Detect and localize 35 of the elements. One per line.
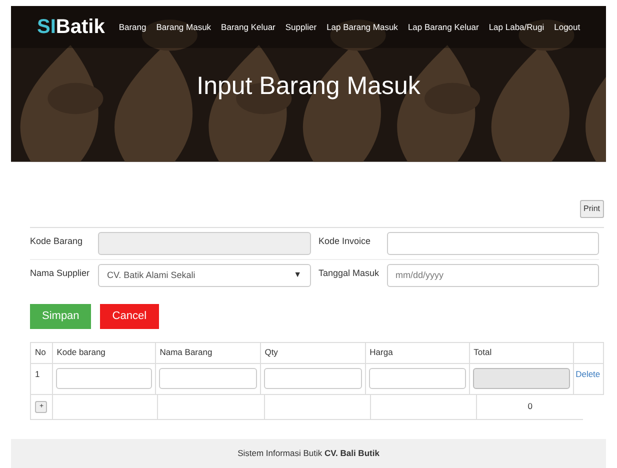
caret-icon: ▼ — [294, 269, 302, 282]
nav-link[interactable]: Supplier — [285, 20, 317, 34]
input-field[interactable]: mm/dd/yyyy — [386, 264, 599, 287]
nav-link[interactable]: Logout — [554, 20, 580, 34]
input-field[interactable] — [56, 368, 152, 390]
supplier-select[interactable]: CV. Batik Alami Sekali ▼ — [98, 264, 310, 287]
nav-link[interactable]: Barang — [118, 20, 146, 34]
page-title: Input Barang Masuk — [196, 71, 420, 102]
column-header: Nama Barang — [156, 342, 261, 363]
field-label: Kode Invoice — [318, 234, 372, 248]
nav-link[interactable]: Barang Masuk — [156, 20, 212, 34]
print-button[interactable]: Print — [580, 200, 604, 218]
column-header: Total — [470, 342, 574, 363]
nav-link[interactable]: Barang Keluar — [221, 20, 276, 34]
logo-prefix: SI — [37, 15, 56, 40]
input-field[interactable] — [264, 368, 362, 390]
input-field[interactable] — [368, 368, 466, 390]
column-header: Harga — [366, 342, 470, 363]
column-header: Qty — [260, 342, 366, 363]
column-header: Kode barang — [52, 342, 156, 363]
action-button[interactable]: Cancel — [100, 304, 159, 329]
nav-link[interactable]: Lap Barang Masuk — [326, 20, 398, 34]
logo-text: Batik — [56, 15, 105, 40]
nav-link[interactable]: Lap Barang Keluar — [408, 20, 479, 34]
delete-link[interactable]: Delete — [576, 368, 600, 379]
input-field[interactable] — [158, 368, 257, 390]
field-label: Tanggal Masuk — [318, 266, 378, 280]
row-number: 1 — [35, 368, 40, 379]
nav-link[interactable]: Lap Laba/Rugi — [488, 20, 544, 34]
column-header: No — [31, 342, 53, 363]
field-label: Nama Supplier — [30, 266, 90, 280]
footer-text: Sistem Informasi Butik CV. Bali Butik — [238, 447, 380, 460]
grand-total: 0 — [528, 400, 532, 414]
input-field[interactable] — [386, 232, 599, 255]
field-label: Kode Barang — [30, 234, 84, 248]
